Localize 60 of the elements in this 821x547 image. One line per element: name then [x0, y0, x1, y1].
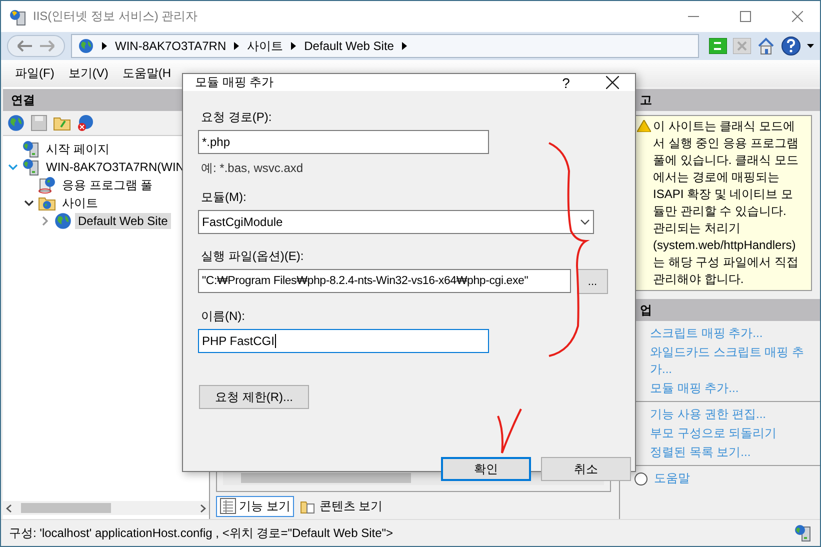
tree-item[interactable]: 응용 프로그램 풀 [59, 176, 156, 194]
server-globe-icon [22, 140, 40, 158]
field-label: 모듈(M): [201, 189, 248, 206]
chevron-right-icon[interactable] [42, 216, 48, 226]
menu-item[interactable]: 도움말(H [122, 65, 171, 82]
tree-item[interactable]: Default Web Site [75, 213, 171, 229]
menu-item[interactable]: 보기(V) [68, 65, 108, 82]
scroll-left-icon[interactable] [6, 504, 12, 512]
dialog-button[interactable]: 확인 [441, 457, 531, 481]
view-tab[interactable]: 기능 보기 [216, 496, 294, 516]
module-dropdown[interactable]: FastCgiModule [198, 210, 594, 234]
maximize-icon[interactable] [740, 11, 750, 22]
dialog-button[interactable]: 취소 [541, 457, 631, 481]
folder-icon[interactable] [53, 115, 71, 131]
field-label: 요청 경로(P): [201, 109, 273, 126]
grid-icon [220, 498, 236, 514]
tree-item[interactable]: 사이트 [59, 194, 101, 212]
warning-icon [637, 120, 651, 132]
status-text: 구성: 'localhost' applicationHost.config , <위치 경로="Default Web Site"> [9, 524, 394, 542]
server-globe-icon [22, 158, 40, 176]
alert-text: 이 사이트는 클래식 모드에서 실행 중인 응용 프로그램 풀에 있습니다. 클래식 모드에서는 경로에 매핑되는 ISAPI 확장 및 네이티브 모듈만 관리할 수 있습니다. 관리되는 처리기(system.web/httpHandlers)는 해당 구성 파일에서 직접 관리해야 합니다. [653, 119, 798, 286]
scroll-right-icon[interactable] [200, 504, 206, 512]
breadcrumb-arrow-icon[interactable] [402, 42, 407, 50]
hint-text: 예: *.bas, wsvc.axd [201, 160, 304, 177]
server-globe-icon [794, 524, 812, 542]
browse-button[interactable]: ... [577, 269, 608, 294]
breadcrumb-item[interactable]: 사이트 [247, 38, 284, 54]
horizontal-scrollbar[interactable] [3, 501, 209, 515]
path-field[interactable]: "C:₩Program Files₩php-8.2.4-nts-Win32-vs16-x64₩php-cgi.exe" [198, 269, 571, 293]
breadcrumb-item[interactable]: Default Web Site [304, 39, 394, 53]
text-field[interactable]: PHP FastCGI [198, 329, 489, 353]
field-label: 실행 파일(옵션)(E): [201, 248, 305, 265]
minimize-icon[interactable] [688, 16, 698, 18]
tree-item[interactable]: 시작 페이지 [43, 140, 112, 158]
app-icon [9, 8, 27, 26]
window-title: IIS(인터넷 정보 서비스) 관리자 [33, 8, 199, 25]
dialog-title: 모듈 매핑 추가 [195, 74, 275, 91]
field-label: 이름(N): [201, 308, 246, 325]
app-pool-icon [38, 176, 56, 194]
menu-item[interactable]: 파일(F) [15, 65, 54, 82]
globe-icon [78, 38, 94, 54]
help-button[interactable]: ? [543, 74, 589, 90]
view-tab[interactable]: 콘텐츠 보기 [296, 496, 387, 516]
breadcrumb-arrow-icon[interactable] [234, 42, 240, 50]
globe-icon [54, 212, 72, 230]
chevron-down-icon [580, 219, 590, 225]
breadcrumb-arrow-icon[interactable] [291, 42, 296, 50]
folder-globe-icon [38, 195, 56, 211]
text-field[interactable]: *.php [198, 130, 489, 154]
dropdown-arrow-icon[interactable] [807, 44, 814, 48]
save-icon[interactable] [31, 115, 47, 131]
chevron-down-icon[interactable] [24, 200, 34, 206]
close-icon[interactable] [606, 76, 618, 89]
breadcrumb-arrow-icon[interactable] [102, 42, 107, 50]
breadcrumb-item[interactable]: WIN-8AK7O3TA7RN [115, 39, 226, 53]
globe-icon [7, 114, 25, 132]
home-icon[interactable] [757, 37, 775, 55]
request-limits-button[interactable]: 요청 제한(R)... [199, 385, 309, 409]
back-forward-buttons[interactable] [7, 35, 65, 57]
address-field[interactable]: WIN-8AK7O3TA7RN 사이트 Default Web Site [71, 34, 699, 58]
